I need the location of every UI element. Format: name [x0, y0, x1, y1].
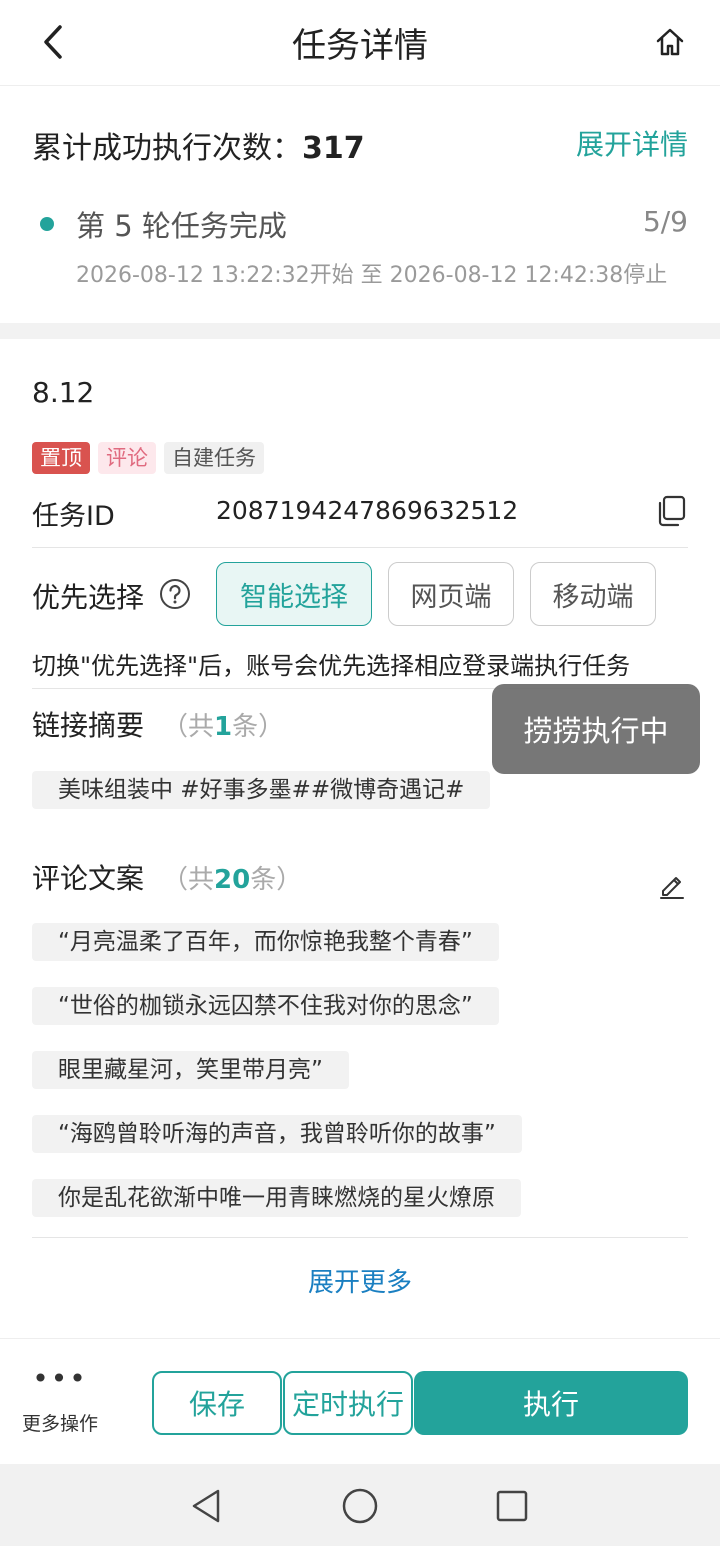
bottom-action-bar: ••• 更多操作 保存 定时执行 执行 [0, 1338, 720, 1464]
comment-count: （共20条） [162, 865, 303, 895]
execution-summary: 累计成功执行次数：317 展开详情 第 5 轮任务完成 5/9 2026-08-… [0, 87, 720, 323]
task-name: 8.12 [32, 376, 95, 409]
comment-item: “世俗的枷锁永远囚禁不住我对你的思念” [32, 987, 499, 1025]
more-actions-button[interactable]: ••• 更多操作 [14, 1365, 106, 1445]
preference-label: 优先选择 [32, 581, 145, 614]
success-count-row: 累计成功执行次数：317 [32, 123, 365, 167]
comment-item: “月亮温柔了百年，而你惊艳我整个青春” [32, 923, 499, 961]
task-id-value: 2087194247869632512 [216, 496, 519, 525]
triangle-back-icon [192, 1489, 220, 1523]
self-built-tag: 自建任务 [164, 442, 264, 474]
nav-recents-button[interactable] [492, 1486, 532, 1526]
round-status-text: 第 5 轮任务完成 [76, 209, 287, 243]
expand-detail-link[interactable]: 展开详情 [576, 123, 688, 163]
comment-item: 你是乱花欲渐中唯一用青睐燃烧的星火燎原 [32, 1179, 521, 1217]
option-web[interactable]: 网页端 [388, 562, 514, 626]
round-progress: 5/9 [642, 205, 688, 238]
section-divider [0, 323, 720, 339]
preference-row: 优先选择 智能选择 网页端 移动端 [32, 560, 688, 628]
header-bar: 任务详情 [0, 0, 720, 86]
save-button[interactable]: 保存 [152, 1371, 282, 1435]
comment-item: “海鸥曾聆听海的声音，我曾聆听你的故事” [32, 1115, 522, 1153]
preference-hint: 切换"优先选择"后，账号会优先选择相应登录端执行任务 [32, 652, 631, 680]
link-summary-title-row: 链接摘要 （共1条） [32, 704, 284, 744]
nav-home-button[interactable] [340, 1486, 380, 1526]
option-mobile[interactable]: 移动端 [530, 562, 656, 626]
task-tags: 置顶 评论 自建任务 [32, 442, 264, 474]
home-icon [656, 28, 684, 56]
copy-button[interactable] [654, 494, 688, 528]
nav-back-button[interactable] [186, 1486, 226, 1526]
task-id-row: 任务ID 2087194247869632512 [32, 490, 688, 548]
link-summary-title: 链接摘要 [32, 709, 145, 742]
comment-copy-title-row: 评论文案 （共20条） [32, 857, 302, 897]
home-button[interactable] [648, 20, 692, 64]
copy-icon [658, 495, 686, 527]
status-toast: 捞捞执行中 [492, 684, 700, 774]
success-count-value: 317 [302, 131, 365, 166]
status-dot-icon [40, 217, 54, 231]
question-circle-icon [160, 579, 190, 609]
ellipsis-icon: ••• [32, 1362, 88, 1395]
task-id-label: 任务ID [32, 501, 115, 532]
pin-tag: 置顶 [32, 442, 90, 474]
link-item: 美味组装中 #好事多墨##微博奇遇记# [32, 771, 491, 809]
round-time-range: 2026-08-12 13:22:32开始 至 2026-08-12 12:42… [76, 263, 668, 288]
pencil-icon [660, 877, 684, 899]
execute-button[interactable]: 执行 [414, 1371, 688, 1435]
expand-more-link[interactable]: 展开更多 [0, 1262, 720, 1299]
edit-comments-button[interactable] [656, 868, 688, 900]
system-nav-bar [0, 1464, 720, 1546]
success-count-label: 累计成功执行次数： [32, 131, 302, 166]
comment-tag: 评论 [98, 442, 156, 474]
square-recents-icon [496, 1490, 528, 1522]
divider-line [32, 1237, 688, 1238]
comment-item: 眼里藏星河，笑里带月亮” [32, 1051, 349, 1089]
page-title: 任务详情 [292, 26, 428, 66]
comment-copy-title: 评论文案 [32, 862, 145, 895]
link-count: （共1条） [162, 712, 285, 742]
option-smart-select[interactable]: 智能选择 [216, 562, 372, 626]
help-button[interactable] [159, 578, 191, 610]
scheduled-execute-button[interactable]: 定时执行 [283, 1371, 413, 1435]
more-actions-label: 更多操作 [21, 1413, 98, 1435]
circle-home-icon [342, 1488, 378, 1524]
